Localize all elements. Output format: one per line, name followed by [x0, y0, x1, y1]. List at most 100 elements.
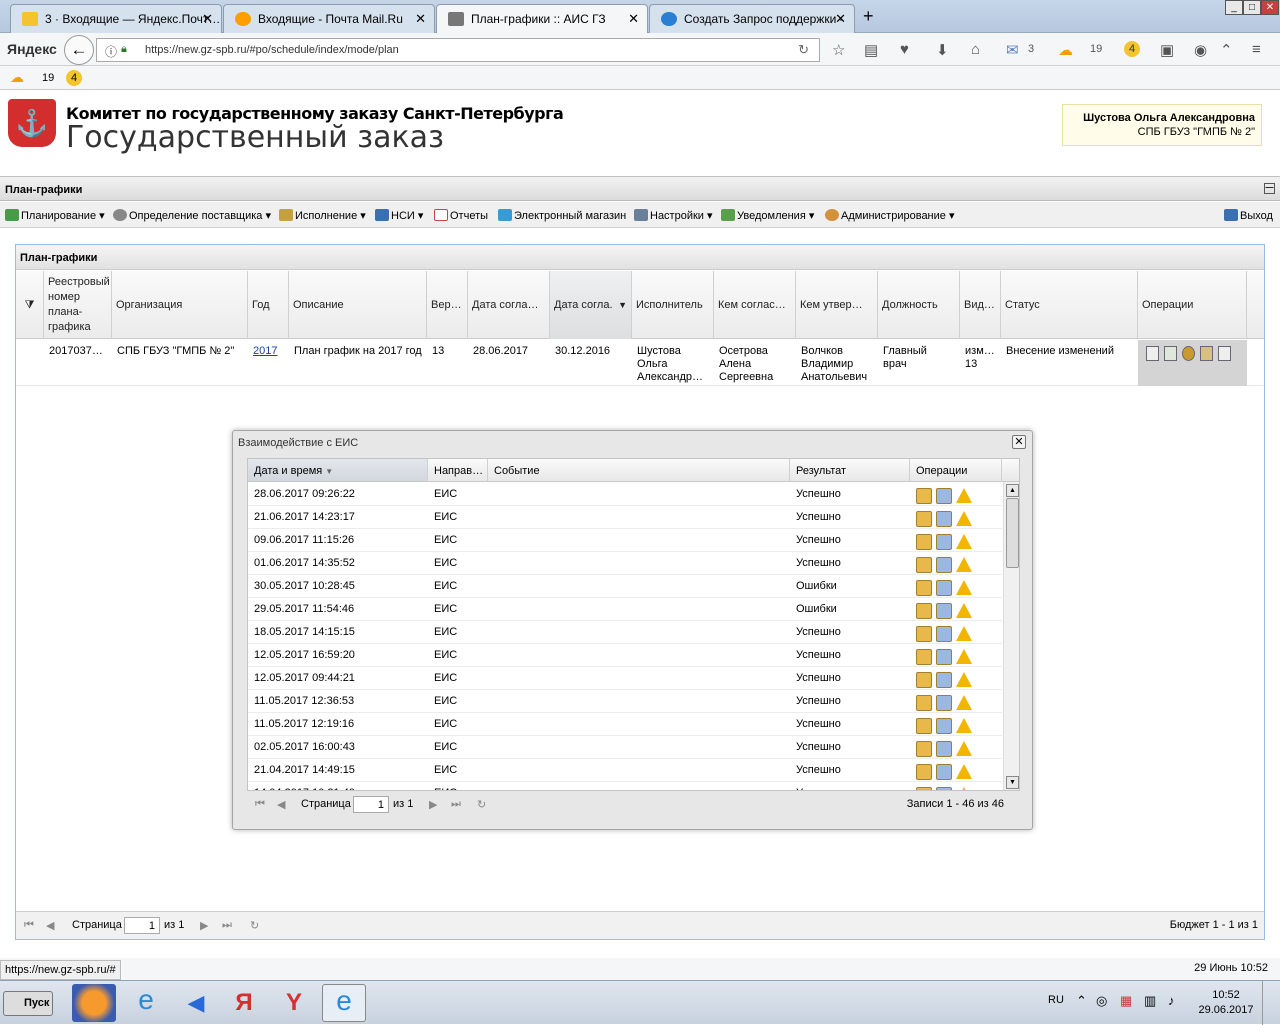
scroll-thumb[interactable] — [1006, 498, 1019, 568]
table-row[interactable]: 11.05.2017 12:36:53 ЕИС Успешно — [248, 690, 1002, 713]
package-icon[interactable] — [916, 695, 932, 711]
refresh-icon[interactable]: ↻ — [250, 919, 259, 932]
package-icon[interactable] — [916, 603, 932, 619]
warning-icon[interactable] — [956, 626, 972, 641]
refresh-icon[interactable]: ↻ — [477, 798, 486, 811]
col-desc[interactable]: Описание — [289, 271, 427, 339]
menu-settings[interactable]: Настройки ▾ — [634, 209, 713, 222]
close-tab-icon[interactable]: ✕ — [202, 11, 213, 27]
menu-planning[interactable]: Планирование ▾ — [5, 209, 105, 222]
document-edit-icon[interactable] — [936, 695, 952, 711]
col-kind[interactable]: Вид… — [960, 271, 1001, 339]
tab-support[interactable]: Создать Запрос поддержки - ✕ — [649, 4, 855, 33]
table-row[interactable]: 18.05.2017 14:15:15 ЕИС Успешно — [248, 621, 1002, 644]
table-row[interactable]: 01.06.2017 14:35:52 ЕИС Успешно — [248, 552, 1002, 575]
close-icon[interactable]: ✕ — [1012, 435, 1026, 449]
table-row[interactable]: 28.06.2017 09:26:22 ЕИС Успешно — [248, 483, 1002, 506]
badge-icon[interactable]: 4 — [66, 70, 82, 86]
package-icon[interactable] — [916, 764, 932, 780]
start-button[interactable]: Пуск — [3, 991, 53, 1016]
col-reg-no[interactable]: Реестровый номер плана-графика — [44, 271, 112, 339]
document-edit-icon[interactable] — [936, 557, 952, 573]
col-position[interactable]: Должность — [878, 271, 960, 339]
prev-page-icon[interactable]: ◀ — [46, 919, 54, 932]
col-approved[interactable]: Кем утвер… — [796, 271, 878, 339]
col-date1[interactable]: Дата согла… — [468, 271, 550, 339]
warning-icon[interactable] — [956, 534, 972, 549]
chevron-up-icon[interactable]: ⌃ — [1220, 41, 1233, 59]
table-row[interactable]: 02.05.2017 16:00:43 ЕИС Успешно — [248, 736, 1002, 759]
col-datetime[interactable]: Дата и время ▼ — [248, 459, 428, 482]
warning-icon[interactable] — [956, 557, 972, 572]
document-edit-icon[interactable] — [936, 718, 952, 734]
close-window-icon[interactable]: ✕ — [1261, 0, 1279, 15]
page-input[interactable]: 1 — [124, 917, 160, 934]
document-icon[interactable] — [1146, 346, 1159, 361]
maximize-icon[interactable]: □ — [1243, 0, 1261, 15]
menu-notifications[interactable]: Уведомления ▾ — [721, 209, 814, 222]
info-icon[interactable]: ⓘ — [105, 43, 117, 60]
package-icon[interactable] — [916, 626, 932, 642]
document-edit-icon[interactable] — [936, 741, 952, 757]
close-tab-icon[interactable]: ✕ — [835, 11, 846, 27]
col-result[interactable]: Результат — [790, 459, 910, 482]
yandex-logo[interactable]: Яндекс — [7, 41, 57, 57]
menu-shop[interactable]: Электронный магазин — [498, 209, 626, 222]
user-box[interactable]: Шустова Ольга Александровна СПБ ГБУЗ "ГМ… — [1062, 104, 1262, 146]
menu-admin[interactable]: Администрирование ▾ — [825, 209, 954, 222]
dropdown-icon[interactable]: ▼ — [618, 300, 627, 310]
home-icon[interactable]: ⌂ — [971, 41, 980, 58]
close-tab-icon[interactable]: ✕ — [415, 11, 426, 27]
extension-icon[interactable]: ▣ — [1160, 41, 1174, 59]
tray-icon[interactable]: ▥ — [1144, 993, 1156, 1009]
table-row[interactable]: 11.05.2017 12:19:16 ЕИС Успешно — [248, 713, 1002, 736]
document-edit-icon[interactable] — [936, 649, 952, 665]
col-direction[interactable]: Направ… — [428, 459, 488, 482]
tray-expand-icon[interactable]: ⌃ — [1076, 993, 1087, 1009]
table-row[interactable]: 14.04.2017 10:21:40ЕИСУспешно — [248, 782, 1002, 790]
col-event[interactable]: Событие — [488, 459, 790, 482]
exit-button[interactable]: Выход — [1224, 209, 1273, 222]
package-icon[interactable] — [916, 534, 932, 550]
warning-icon[interactable] — [956, 511, 972, 526]
table-row[interactable]: 12.05.2017 16:59:20 ЕИС Успешно — [248, 644, 1002, 667]
menu-nsi[interactable]: НСИ ▾ — [375, 209, 423, 222]
col-date2[interactable]: Дата согла. ▼ — [550, 271, 632, 339]
package-icon[interactable] — [916, 557, 932, 573]
document-edit-icon[interactable] — [936, 764, 952, 780]
ie-icon[interactable]: e — [322, 984, 366, 1022]
tab-plans[interactable]: План-графики :: АИС ГЗ ✕ — [436, 4, 648, 34]
col-year[interactable]: Год — [248, 271, 289, 339]
weather-icon[interactable]: ☁ — [1058, 41, 1073, 59]
first-page-icon[interactable]: ⏮ — [255, 798, 265, 811]
package-icon[interactable] — [916, 580, 932, 596]
document-edit-icon[interactable] — [936, 488, 952, 504]
firefox-icon[interactable] — [72, 984, 116, 1022]
col-ops[interactable]: Операции — [1138, 271, 1247, 339]
page-icon[interactable] — [1218, 346, 1231, 361]
menu-supplier[interactable]: Определение поставщика ▾ — [113, 209, 271, 222]
reload-icon[interactable]: ↻ — [798, 42, 809, 58]
warning-icon[interactable] — [956, 741, 972, 756]
network-icon[interactable]: ▦ — [1120, 993, 1132, 1009]
ie-icon[interactable]: e — [124, 984, 168, 1022]
year-link[interactable]: 2017 — [248, 345, 289, 358]
document-edit-icon[interactable] — [936, 626, 952, 642]
filter-icon[interactable]: ⧩ — [16, 271, 44, 339]
mail-icon[interactable]: ✉ — [1006, 41, 1019, 59]
tray-icon[interactable]: ◎ — [1096, 993, 1107, 1009]
back-button[interactable]: ← — [64, 35, 94, 65]
next-page-icon[interactable]: ▶ — [200, 919, 208, 932]
col-agreed[interactable]: Кем соглас… — [714, 271, 796, 339]
table-row[interactable]: 21.06.2017 14:23:17 ЕИС Успешно — [248, 506, 1002, 529]
prev-page-icon[interactable]: ◀ — [277, 798, 285, 811]
star-icon[interactable]: ☆ — [832, 41, 845, 59]
table-row[interactable]: 09.06.2017 11:15:26 ЕИС Успешно — [248, 529, 1002, 552]
warning-icon[interactable] — [956, 580, 972, 595]
package-icon[interactable] — [916, 649, 932, 665]
document-edit-icon[interactable] — [936, 534, 952, 550]
table-row[interactable]: 21.04.2017 14:49:15 ЕИС Успешно — [248, 759, 1002, 782]
menu-reports[interactable]: Отчеты — [434, 209, 488, 222]
stamp-icon[interactable] — [1200, 346, 1213, 361]
package-icon[interactable] — [916, 741, 932, 757]
